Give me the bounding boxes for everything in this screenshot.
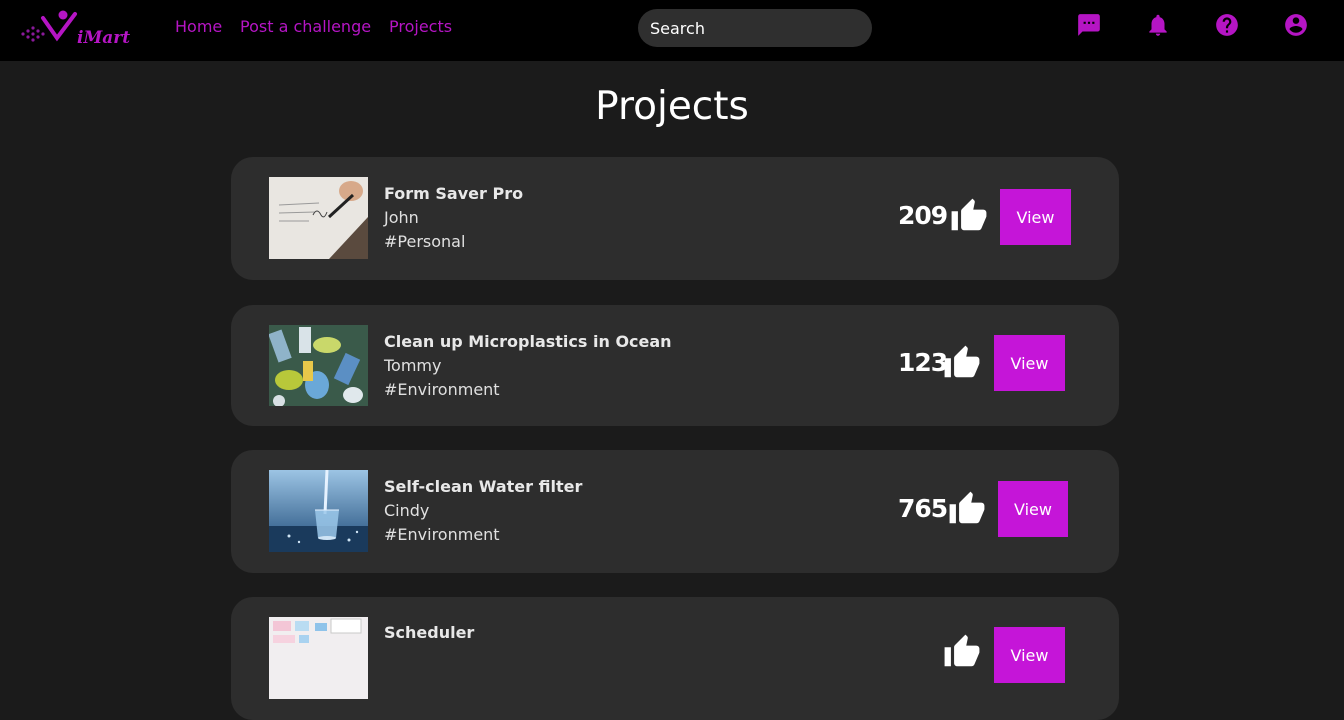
project-title[interactable]: Clean up Microplastics in Ocean <box>384 332 672 351</box>
project-tag: #Environment <box>384 525 500 544</box>
view-project-button[interactable]: View <box>994 627 1065 683</box>
view-project-button[interactable]: View <box>1000 189 1071 245</box>
project-tag: #Personal <box>384 232 466 251</box>
project-title[interactable]: Form Saver Pro <box>384 184 523 203</box>
top-navigation-bar: iMart Home Post a challenge Projects <box>0 0 1344 61</box>
view-project-button[interactable]: View <box>994 335 1065 391</box>
project-title[interactable]: Scheduler <box>384 623 474 642</box>
project-tag: #Environment <box>384 380 500 399</box>
project-thumbnail[interactable] <box>269 325 368 406</box>
project-card: Clean up Microplastics in Ocean Tommy #E… <box>231 305 1119 426</box>
project-card: Scheduler View <box>231 597 1119 720</box>
project-thumbnail[interactable] <box>269 617 368 699</box>
view-project-button[interactable]: View <box>998 481 1068 537</box>
like-count: 209 <box>898 201 948 230</box>
nav-post-challenge-link[interactable]: Post a challenge <box>240 17 371 36</box>
help-icon[interactable] <box>1214 12 1240 38</box>
page-title: Projects <box>595 84 749 129</box>
project-author: Tommy <box>384 356 442 375</box>
imart-logo[interactable]: iMart <box>17 8 149 48</box>
thumbs-up-icon[interactable] <box>947 490 987 528</box>
nav-home-link[interactable]: Home <box>175 17 222 36</box>
thumbs-up-icon[interactable] <box>942 344 982 382</box>
bell-icon[interactable] <box>1145 12 1171 38</box>
thumbs-up-icon[interactable] <box>949 197 989 235</box>
search-input[interactable] <box>638 9 872 47</box>
chat-icon[interactable] <box>1076 12 1102 38</box>
project-thumbnail[interactable] <box>269 177 368 259</box>
like-count: 123 <box>898 348 948 377</box>
project-card: Form Saver Pro John #Personal 209 View <box>231 157 1119 280</box>
svg-text:iMart: iMart <box>77 28 130 48</box>
project-thumbnail[interactable] <box>269 470 368 552</box>
project-title[interactable]: Self-clean Water filter <box>384 477 582 496</box>
thumbs-up-icon[interactable] <box>942 633 982 671</box>
project-card: Self-clean Water filter Cindy #Environme… <box>231 450 1119 573</box>
nav-projects-link[interactable]: Projects <box>389 17 452 36</box>
account-icon[interactable] <box>1283 12 1309 38</box>
like-count: 765 <box>898 494 948 523</box>
project-author: Cindy <box>384 501 430 520</box>
project-author: John <box>384 208 419 227</box>
